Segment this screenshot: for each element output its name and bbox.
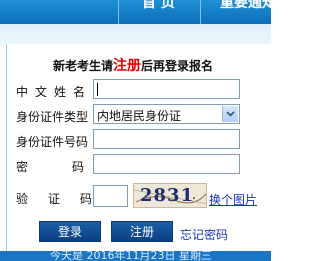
nav-notice-link[interactable]: 重要通知 [220,0,276,12]
date-text: 今天是 2016年11月23日 星期三 [50,251,212,261]
notice-prefix: 新老考生请 [53,59,114,73]
date-bar: 今天是 2016年11月23日 星期三 [0,251,271,261]
register-button[interactable]: 注册 [111,221,173,242]
name-label: 中文姓名 [16,85,93,99]
idtype-selected-value: 内地居民身份证 [97,109,182,123]
idtype-label: 身份证件类型 [16,110,89,124]
idno-input[interactable] [93,129,240,149]
register-notice: 新老考生请注册后再登录报名 [53,55,213,75]
top-nav-bar: 首 页 重要通知 [0,0,276,24]
login-button[interactable]: 登录 [39,221,101,242]
name-input[interactable] [93,79,240,99]
text-cursor [97,83,98,96]
forgot-password-link[interactable]: 忘记密码 [180,226,228,243]
captcha-input[interactable] [93,185,128,207]
header-band [0,24,271,46]
idno-label: 身份证件号码 [16,135,89,149]
notice-suffix: 后再登录报名 [141,59,214,73]
notice-register-link[interactable]: 注册 [113,58,141,74]
nav-separator [200,0,201,24]
nav-home-link[interactable]: 首 页 [142,0,175,12]
nav-separator [118,0,119,24]
password-input[interactable] [93,154,240,174]
captcha-image: 2831 [133,183,207,208]
change-captcha-link[interactable]: 换个图片 [209,191,257,208]
idtype-dropdown-button[interactable] [222,106,238,122]
idtype-select[interactable]: 内地居民身份证 [93,104,240,124]
captcha-text: 2831 [140,185,195,206]
chevron-down-icon [226,111,235,117]
